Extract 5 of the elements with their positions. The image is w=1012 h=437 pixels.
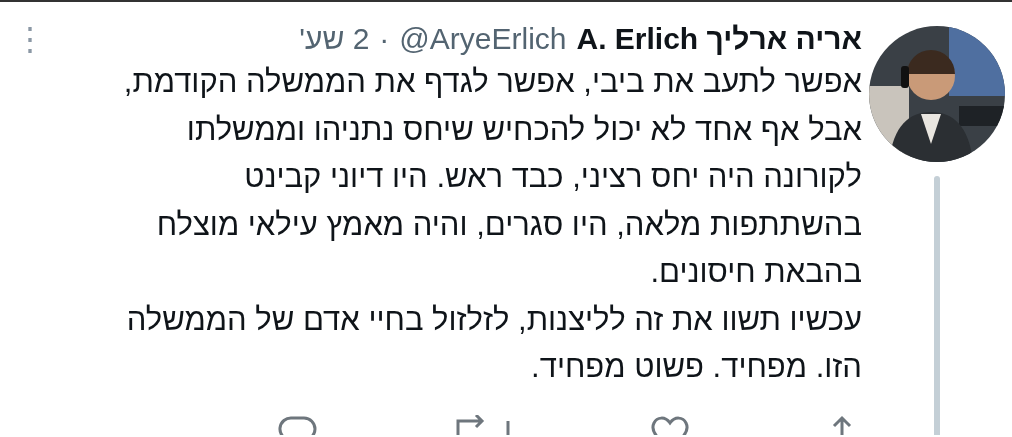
author-name[interactable]: אריה ארליך A. Erlich	[576, 22, 862, 56]
separator-dot: ·	[379, 22, 390, 56]
tweet-time[interactable]: 2 שע'	[299, 22, 370, 56]
author-handle[interactable]: @AryeErlich	[399, 22, 567, 56]
tweet-text: אפשר לתעב את ביבי, אפשר לגדף את הממשלה הקודמת, אבל אף אחד לא יכול להכחיש שיחס נתניהו וממשלתו לקורונה היה יחס רציני, כבד ראש. היו דיוני קבינט בהשתתפות מלאה, היו סגרים, והיה מאמץ עילאי מוצלח בהבאת חיסונים. עכשיו תשוו את זה לליצנות, לזלזול בחיי אדם של הממשלה הזו. מפחיד. פשוט מפחיד.	[122, 63, 862, 386]
